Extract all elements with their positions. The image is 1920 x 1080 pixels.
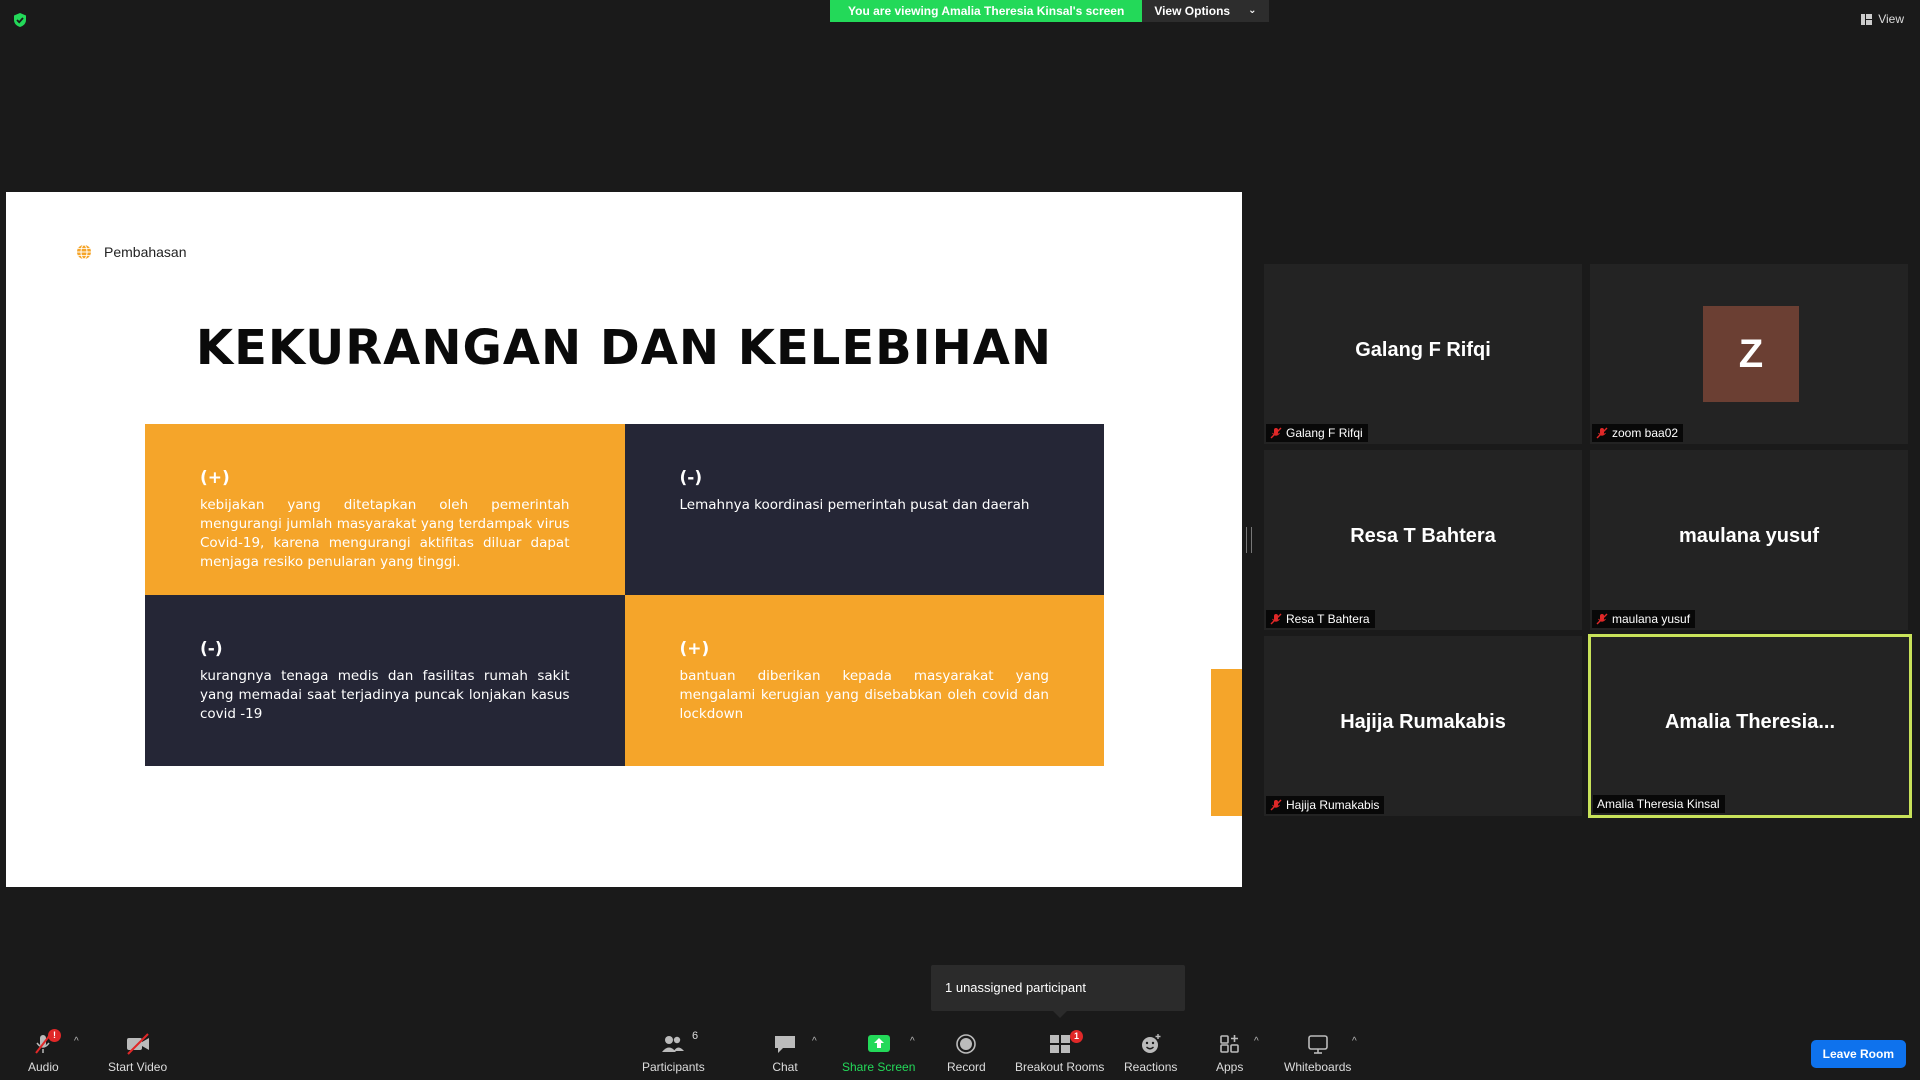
cell-sign: (-) — [679, 468, 703, 488]
panel-resize-handle[interactable] — [1246, 527, 1252, 553]
participant-name-label: Galang F Rifqi — [1266, 424, 1368, 442]
slide-side-accent — [1211, 669, 1242, 816]
chevron-down-icon: ⌄ — [1248, 5, 1257, 16]
breakout-badge: 1 — [1070, 1030, 1083, 1043]
record-label: Record — [947, 1060, 986, 1074]
avatar: Z — [1703, 306, 1799, 402]
cell-text: Lemahnya koordinasi pemerintah pusat dan… — [679, 497, 1030, 513]
slide-header-label: Pembahasan — [104, 244, 187, 260]
grid-cell-plus-2: (+) bantuan diberikan kepada masyarakat … — [624, 595, 1104, 766]
record-button[interactable]: Record — [947, 1032, 986, 1074]
cell-text: kurangnya tenaga medis dan fasilitas rum… — [200, 668, 570, 722]
mic-muted-icon — [1596, 613, 1608, 625]
audio-warning-badge: ! — [48, 1029, 61, 1042]
start-video-label: Start Video — [108, 1060, 168, 1074]
participant-tile[interactable]: Hajija Rumakabis Hajija Rumakabis — [1264, 636, 1582, 816]
participant-label-text: Amalia Theresia Kinsal — [1597, 797, 1720, 811]
view-options-button[interactable]: View Options ⌄ — [1142, 0, 1269, 22]
grid-layout-icon — [1861, 13, 1873, 25]
leave-room-button[interactable]: Leave Room — [1810, 1040, 1906, 1068]
participants-count: 6 — [692, 1030, 699, 1042]
grid-cell-minus-1: (-) Lemahnya koordinasi pemerintah pusat… — [624, 424, 1104, 595]
breakout-rooms-button[interactable]: Breakout Rooms 1 — [1015, 1030, 1105, 1074]
participant-tile[interactable]: maulana yusuf maulana yusuf — [1590, 450, 1908, 630]
breakout-tooltip: 1 unassigned participant — [931, 965, 1185, 1018]
record-icon — [956, 1034, 977, 1054]
comparison-grid: (+) kebijakan yang ditetapkan oleh pemer… — [145, 424, 1104, 766]
audio-options-caret[interactable]: ^ — [74, 1036, 79, 1047]
slide-header: Pembahasan — [76, 244, 187, 260]
participant-label-text: maulana yusuf — [1612, 612, 1691, 626]
viewing-notice: You are viewing Amalia Theresia Kinsal's… — [830, 0, 1143, 22]
participant-name-label: Hajija Rumakabis — [1266, 796, 1385, 814]
participant-tile-active-speaker[interactable]: Amalia Theresia... Amalia Theresia Kinsa… — [1588, 634, 1912, 818]
globe-icon — [77, 244, 91, 260]
mic-muted-icon — [1596, 427, 1608, 439]
chat-label: Chat — [772, 1060, 798, 1074]
audio-label: Audio — [28, 1060, 59, 1074]
slide-title: KEKURANGAN DAN KELEBIHAN — [195, 320, 1053, 376]
whiteboard-icon — [1307, 1035, 1328, 1054]
audio-button[interactable]: Audio ! — [28, 1029, 61, 1074]
start-video-button[interactable]: Start Video — [108, 1032, 167, 1074]
participant-label-text: Galang F Rifqi — [1286, 426, 1363, 440]
smiley-plus-icon — [1141, 1034, 1161, 1053]
grid-cell-plus-1: (+) kebijakan yang ditetapkan oleh pemer… — [145, 424, 625, 595]
participant-display-name: Amalia Theresia... — [1664, 711, 1836, 733]
participants-button[interactable]: Participants 6 — [642, 1030, 705, 1074]
cell-text: kebijakan yang ditetapkan oleh pemerinta… — [200, 497, 570, 570]
participant-display-name: Resa T Bahtera — [1350, 525, 1496, 547]
participant-name-label: Amalia Theresia Kinsal — [1593, 795, 1725, 813]
participant-name-label: Resa T Bahtera — [1266, 610, 1375, 628]
participant-tile[interactable]: Galang F Rifqi Galang F Rifqi — [1264, 264, 1582, 444]
cell-sign: (+) — [679, 639, 710, 659]
reactions-button[interactable]: Reactions — [1124, 1032, 1177, 1074]
mic-muted-icon — [1270, 799, 1282, 811]
apps-options-caret[interactable]: ^ — [1254, 1036, 1259, 1047]
share-screen-label: Share Screen — [842, 1060, 916, 1074]
view-layout-button[interactable]: View — [1861, 12, 1904, 26]
participants-label: Participants — [642, 1060, 705, 1074]
cell-sign: (-) — [200, 639, 223, 659]
meeting-toolbar: Audio ! ^ Start Video Participants 6 Cha… — [0, 1020, 1920, 1080]
cell-text: bantuan diberikan kepada masyarakat yang… — [679, 668, 1050, 722]
whiteboards-options-caret[interactable]: ^ — [1352, 1036, 1357, 1047]
participant-display-name: Hajija Rumakabis — [1340, 711, 1506, 733]
participant-label-text: Resa T Bahtera — [1286, 612, 1370, 626]
whiteboards-label: Whiteboards — [1284, 1060, 1352, 1074]
chat-button[interactable]: Chat — [772, 1032, 798, 1074]
chat-bubble-icon — [775, 1036, 795, 1053]
apps-icon — [1219, 1035, 1239, 1053]
view-options-label: View Options — [1154, 4, 1231, 18]
whiteboards-button[interactable]: Whiteboards — [1284, 1032, 1351, 1074]
reactions-label: Reactions — [1124, 1060, 1178, 1074]
mic-muted-icon — [1270, 613, 1282, 625]
participant-label-text: zoom baa02 — [1612, 426, 1679, 440]
share-screen-button[interactable]: Share Screen — [842, 1032, 915, 1074]
screen-share-banner: You are viewing Amalia Theresia Kinsal's… — [830, 0, 1269, 22]
view-label: View — [1878, 12, 1904, 26]
participant-name-label: zoom baa02 — [1592, 424, 1684, 442]
share-options-caret[interactable]: ^ — [910, 1036, 915, 1047]
breakout-rooms-icon — [1049, 1035, 1070, 1053]
chat-options-caret[interactable]: ^ — [812, 1036, 817, 1047]
security-shield-icon[interactable] — [12, 12, 28, 28]
mic-muted-icon — [1270, 427, 1282, 439]
cell-sign: (+) — [200, 468, 230, 488]
participant-name-label: maulana yusuf — [1592, 610, 1696, 628]
apps-button[interactable]: Apps — [1216, 1032, 1243, 1074]
participant-tile[interactable]: Resa T Bahtera Resa T Bahtera — [1264, 450, 1582, 630]
participant-display-name: maulana yusuf — [1678, 525, 1820, 547]
participant-display-name: Galang F Rifqi — [1355, 339, 1491, 361]
breakout-rooms-label: Breakout Rooms — [1015, 1060, 1105, 1074]
participants-icon — [662, 1036, 685, 1052]
video-off-icon — [126, 1033, 149, 1055]
grid-cell-minus-2: (-) kurangnya tenaga medis dan fasilitas… — [145, 595, 625, 766]
shared-screen-slide: Pembahasan KEKURANGAN DAN KELEBIHAN (+) … — [6, 192, 1242, 887]
participant-tile[interactable]: Z zoom baa02 — [1590, 264, 1908, 444]
apps-label: Apps — [1216, 1060, 1244, 1074]
share-screen-icon — [867, 1035, 890, 1052]
participant-label-text: Hajija Rumakabis — [1286, 798, 1380, 812]
